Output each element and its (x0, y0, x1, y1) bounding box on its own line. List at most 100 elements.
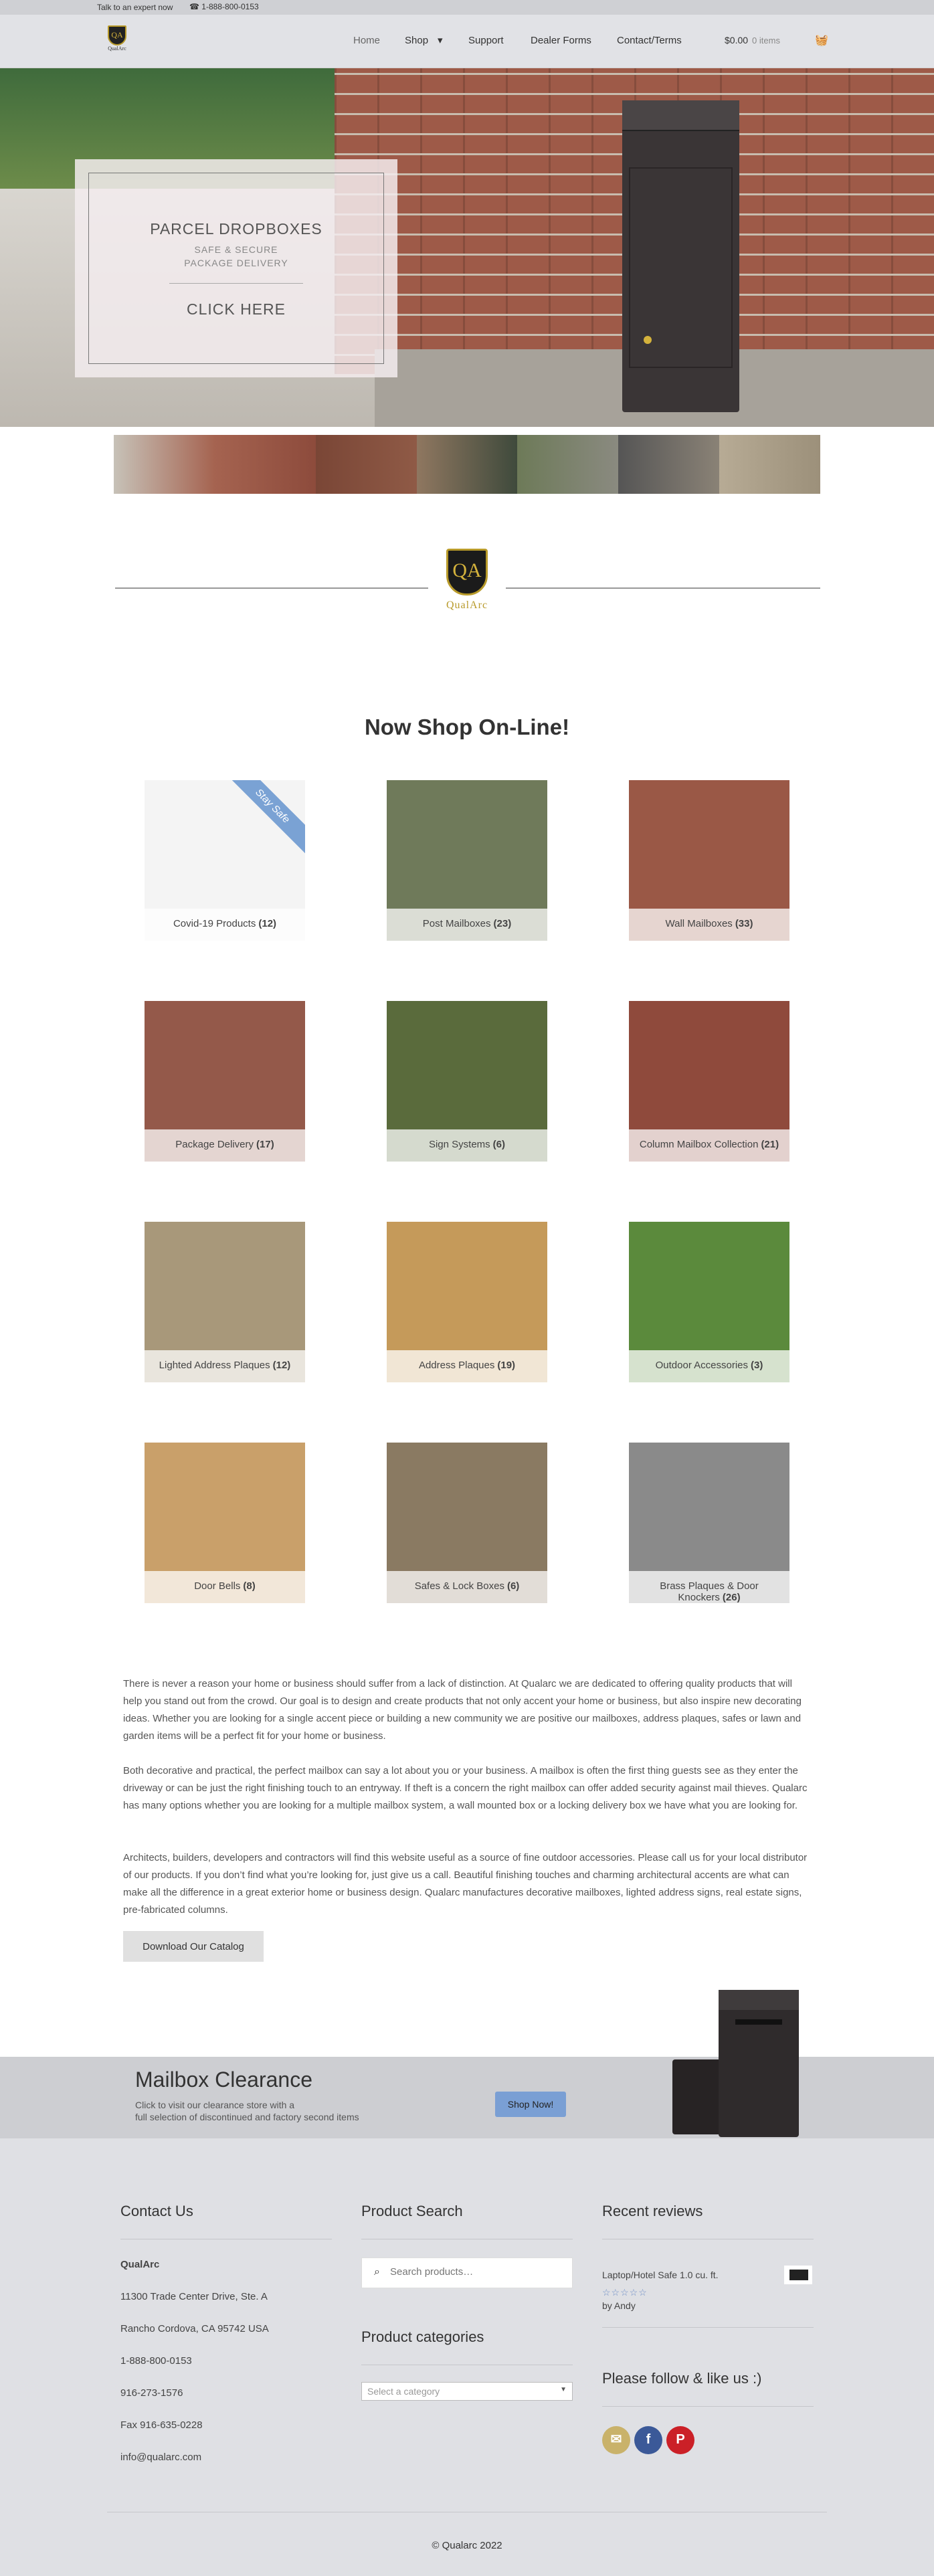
category-name: Post Mailboxes (422, 918, 491, 929)
category-card[interactable]: Column Mailbox Collection (21) (629, 1001, 789, 1162)
category-label[interactable]: Covid-19 Products (12) (145, 909, 305, 941)
category-count: (19) (497, 1360, 516, 1371)
thumbnail-6[interactable] (618, 435, 720, 494)
download-catalog-button[interactable]: Download Our Catalog (123, 1931, 264, 1962)
category-name: Brass Plaques & Door Knockers (660, 1580, 759, 1603)
category-label[interactable]: Column Mailbox Collection (21) (629, 1129, 789, 1162)
category-label[interactable]: Sign Systems (6) (387, 1129, 547, 1162)
category-count: (23) (493, 918, 512, 929)
thumbnail-5[interactable] (517, 435, 619, 494)
hero-cta-link[interactable]: CLICK HERE (89, 300, 383, 318)
category-name: Door Bells (194, 1580, 241, 1592)
nav-dealer-forms[interactable]: Dealer Forms (531, 35, 591, 46)
clearance-subtitle-1: Click to visit our clearance store with … (135, 2100, 295, 2110)
site-header: QA QualArc Home Shop ▾ Support Dealer Fo… (0, 15, 934, 68)
hero-subtitle-2: PACKAGE DELIVERY (184, 258, 288, 268)
nav-home[interactable]: Home (353, 35, 380, 46)
category-card[interactable]: Lighted Address Plaques (12) (145, 1222, 305, 1382)
logo-name: QualArc (108, 45, 126, 52)
recent-reviews-heading: Recent reviews (602, 2203, 703, 2219)
clearance-title: Mailbox Clearance (135, 2067, 313, 2092)
category-label[interactable]: Brass Plaques & Door Knockers (26) (629, 1571, 789, 1603)
category-card[interactable]: Door Bells (8) (145, 1443, 305, 1603)
product-search-box[interactable]: ⌕ (361, 2258, 573, 2288)
category-name: Package Delivery (175, 1139, 254, 1150)
category-label[interactable]: Wall Mailboxes (33) (629, 909, 789, 941)
nav-shop[interactable]: Shop (405, 35, 428, 46)
cart-total[interactable]: $0.00 0 items (725, 35, 780, 45)
product-search-heading: Product Search (361, 2203, 463, 2219)
category-select[interactable]: Select a category ▼ (361, 2382, 573, 2401)
brand-logo: QA QualArc (434, 549, 500, 616)
hero-title: PARCEL DROPBOXES (150, 220, 322, 238)
cart-basket-icon[interactable]: 🧺 (815, 33, 828, 46)
category-label[interactable]: Package Delivery (17) (145, 1129, 305, 1162)
contact-address-2: Rancho Cordova, CA 95742 USA (120, 2323, 269, 2334)
pinterest-icon[interactable]: P (666, 2426, 694, 2454)
clearance-subtitle-2: full selection of discontinued and facto… (135, 2112, 359, 2122)
reviews-bottom-divider (602, 2327, 814, 2328)
copyright: © Qualarc 2022 (432, 2540, 502, 2551)
category-label[interactable]: Post Mailboxes (23) (387, 909, 547, 941)
nav-support[interactable]: Support (468, 35, 504, 46)
hero-parcel-dropbox-image (622, 100, 739, 412)
search-icon: ⌕ (374, 2266, 380, 2278)
thumbnail-4[interactable] (416, 435, 518, 494)
contact-phone-2[interactable]: 916-273-1576 (120, 2387, 183, 2399)
logo-shield-icon: QA (108, 25, 126, 45)
cart-amount: $0.00 (725, 35, 749, 45)
about-paragraph-1: There is never a reason your home or bus… (123, 1678, 802, 1742)
category-name: Address Plaques (418, 1360, 495, 1371)
about-paragraph-2: Both decorative and practical, the perfe… (123, 1765, 808, 1811)
thumbnail-1[interactable] (114, 435, 215, 494)
topbar-phone[interactable]: ☎ 1-888-800-0153 (189, 2, 259, 11)
category-name: Sign Systems (428, 1139, 490, 1150)
category-card[interactable]: Safes & Lock Boxes (6) (387, 1443, 547, 1603)
chevron-down-icon[interactable]: ▾ (438, 34, 443, 46)
brand-name: QualArc (446, 600, 488, 611)
category-card[interactable]: Outdoor Accessories (3) (629, 1222, 789, 1382)
category-card[interactable]: Post Mailboxes (23) (387, 780, 547, 941)
category-count: (12) (272, 1360, 291, 1371)
category-count: (26) (722, 1592, 741, 1603)
category-label[interactable]: Door Bells (8) (145, 1571, 305, 1603)
review-product-thumbnail[interactable] (784, 2266, 812, 2284)
facebook-icon[interactable]: f (634, 2426, 662, 2454)
category-card[interactable]: Address Plaques (19) (387, 1222, 547, 1382)
category-count: (21) (761, 1139, 779, 1150)
top-bar: Talk to an expert now ☎ 1-888-800-0153 (0, 0, 934, 15)
hero-promo-panel[interactable]: PARCEL DROPBOXES SAFE & SECURE PACKAGE D… (75, 159, 397, 377)
contact-heading: Contact Us (120, 2203, 193, 2219)
category-card[interactable]: Wall Mailboxes (33) (629, 780, 789, 941)
category-label[interactable]: Lighted Address Plaques (12) (145, 1350, 305, 1382)
product-search-input[interactable] (390, 2266, 564, 2278)
category-card[interactable]: Brass Plaques & Door Knockers (26) (629, 1443, 789, 1603)
category-label[interactable]: Address Plaques (19) (387, 1350, 547, 1382)
category-card[interactable]: Stay Safe Covid-19 Products (12) (145, 780, 305, 941)
chevron-down-icon: ▼ (560, 2386, 567, 2393)
contact-phone-1[interactable]: 1-888-800-0153 (120, 2355, 192, 2367)
thumbnail-7[interactable] (719, 435, 821, 494)
review-product-link[interactable]: Laptop/Hotel Safe 1.0 cu. ft. (602, 2270, 719, 2280)
brand-shield-icon: QA (446, 549, 488, 595)
nav-contact-terms[interactable]: Contact/Terms (617, 35, 682, 46)
follow-heading: Please follow & like us :) (602, 2370, 762, 2387)
thumbnail-3[interactable] (315, 435, 417, 494)
category-card[interactable]: Package Delivery (17) (145, 1001, 305, 1162)
clearance-mailbox-image (719, 1990, 799, 2137)
contact-email[interactable]: info@qualarc.com (120, 2452, 201, 2463)
site-logo[interactable]: QA QualArc (104, 25, 130, 55)
category-label[interactable]: Outdoor Accessories (3) (629, 1350, 789, 1382)
email-share-icon[interactable]: ✉ (602, 2426, 630, 2454)
category-name: Safes & Lock Boxes (414, 1580, 504, 1592)
category-count: (17) (256, 1139, 274, 1150)
category-card[interactable]: Sign Systems (6) (387, 1001, 547, 1162)
category-label[interactable]: Safes & Lock Boxes (6) (387, 1571, 547, 1603)
thumbnail-2[interactable] (214, 435, 316, 494)
contact-address-1: 11300 Trade Center Drive, Ste. A (120, 2291, 268, 2302)
shop-now-button[interactable]: Shop Now! (495, 2092, 566, 2117)
slider-thumbnails (114, 435, 821, 494)
about-paragraph-3: Architects, builders, developers and con… (123, 1852, 808, 1916)
review-author: by Andy (602, 2300, 636, 2311)
review-stars: ☆☆☆☆☆ (602, 2287, 648, 2298)
